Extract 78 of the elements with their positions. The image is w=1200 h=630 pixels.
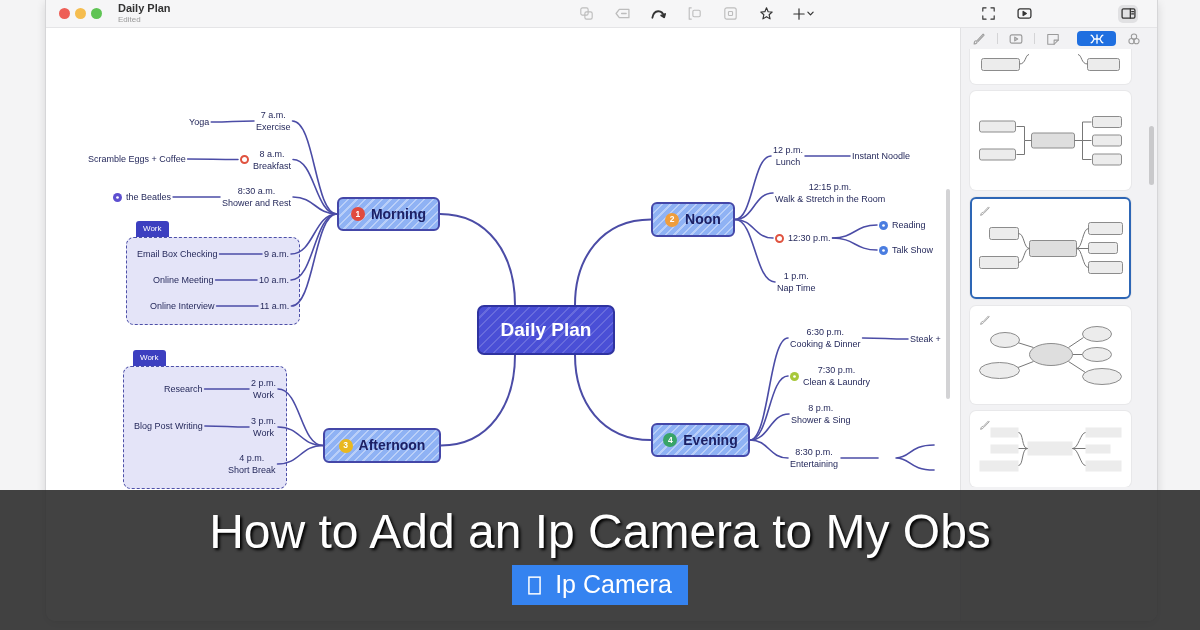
topic-node[interactable]: 3 Afternoon bbox=[323, 428, 441, 463]
topic-label[interactable]: Yoga bbox=[189, 116, 210, 128]
topic-label[interactable]: Reading bbox=[892, 219, 926, 231]
central-topic[interactable]: Daily Plan bbox=[477, 305, 615, 355]
connector-line bbox=[203, 388, 250, 390]
topic-label[interactable]: 8:30 a.m. Shower and Rest bbox=[222, 185, 292, 209]
topic-label[interactable]: the Beatles bbox=[126, 191, 172, 203]
topic-label[interactable]: Instant Noodle bbox=[852, 150, 911, 162]
topic-label: Evening bbox=[683, 430, 738, 450]
topic-node[interactable]: 4 Evening bbox=[651, 423, 750, 457]
scrollbar-thumb[interactable] bbox=[1149, 126, 1154, 185]
priority-marker: 2 bbox=[665, 212, 680, 227]
topic-label[interactable]: 8 p.m. Shower & Sing bbox=[791, 402, 851, 426]
plus-icon[interactable] bbox=[793, 7, 805, 20]
topic-label[interactable]: Online Interview bbox=[150, 300, 215, 312]
topic-label: Noon bbox=[685, 210, 721, 229]
connector-line bbox=[172, 196, 221, 198]
view-button[interactable] bbox=[1118, 4, 1138, 23]
priority-marker: 4 bbox=[663, 433, 678, 447]
chevron-down-icon[interactable] bbox=[807, 11, 814, 16]
boundary-label: Work bbox=[133, 350, 166, 366]
topic-label[interactable]: Online Meeting bbox=[153, 274, 214, 286]
connector-line bbox=[215, 305, 259, 307]
close-button[interactable] bbox=[59, 8, 70, 19]
square-glyph-icon bbox=[528, 575, 542, 595]
mind-map-icon[interactable] bbox=[1089, 33, 1104, 44]
topic-label[interactable]: Talk Show bbox=[892, 244, 934, 256]
headline: How to Add an Ip Camera to My Obs bbox=[209, 506, 991, 558]
document-status: Edited bbox=[118, 16, 141, 24]
connector-line bbox=[186, 158, 239, 161]
topic-label[interactable]: 3 p.m. Work bbox=[251, 415, 276, 439]
connector-line bbox=[214, 279, 258, 281]
topic-label[interactable]: 12:15 p.m. Walk & Stretch in the Room bbox=[775, 181, 886, 205]
category-tag[interactable]: Ip Camera bbox=[512, 565, 688, 605]
topic-label[interactable]: 7:30 p.m. Clean & Laundry bbox=[803, 364, 871, 388]
connector-line bbox=[831, 237, 878, 251]
connector-line bbox=[218, 253, 263, 255]
topic-label[interactable]: Blog Post Writing bbox=[134, 420, 203, 432]
boundary-label: Work bbox=[136, 221, 169, 237]
panel-tab[interactable] bbox=[1077, 31, 1116, 46]
template-card[interactable] bbox=[970, 49, 1131, 84]
scrollbar-thumb[interactable] bbox=[946, 189, 950, 399]
topic-node[interactable]: 2 Noon bbox=[651, 202, 735, 237]
topic-label[interactable]: 12:30 p.m. bbox=[788, 232, 831, 244]
topic-label[interactable]: Steak + bbox=[910, 333, 941, 345]
topic-label[interactable]: 10 a.m. bbox=[259, 274, 289, 286]
topic-label[interactable]: 12 p.m. Lunch bbox=[773, 144, 803, 168]
topic-label: Morning bbox=[370, 204, 427, 224]
topic-label[interactable]: 9 a.m. bbox=[264, 248, 289, 260]
topic-label: Afternoon bbox=[358, 436, 426, 455]
topic-label[interactable]: Research bbox=[164, 383, 203, 395]
connector-line bbox=[804, 155, 851, 157]
window-title: Daily Plan bbox=[118, 3, 171, 14]
topic-label[interactable]: Email Box Checking bbox=[137, 248, 218, 260]
boundary-area[interactable] bbox=[123, 366, 287, 489]
connector-line bbox=[204, 425, 250, 428]
topic-label[interactable]: 8 a.m. Breakfast bbox=[253, 147, 292, 172]
curved-arrow-icon[interactable] bbox=[650, 8, 666, 19]
connector-line bbox=[210, 120, 255, 123]
topic-label[interactable]: 8:30 p.m. Entertaining bbox=[790, 446, 839, 470]
topic-label[interactable]: 7 a.m. Exercise bbox=[256, 109, 291, 133]
boundary-area[interactable] bbox=[126, 237, 301, 325]
topic-label[interactable]: 1 p.m. Nap Time bbox=[777, 270, 816, 294]
topic-label[interactable]: 4 p.m. Short Break bbox=[228, 452, 276, 476]
template-card[interactable] bbox=[970, 306, 1131, 404]
connector-line bbox=[861, 337, 909, 340]
topic-label[interactable]: 6:30 p.m. Cooking & Dinner bbox=[790, 326, 861, 350]
play-icon[interactable] bbox=[1016, 8, 1032, 19]
topic-label[interactable]: 11 a.m. bbox=[260, 300, 290, 312]
zoom-button[interactable] bbox=[91, 8, 102, 19]
topic-label[interactable]: Scramble Eggs + Coffee bbox=[88, 153, 186, 165]
priority-marker: 1 bbox=[350, 207, 365, 221]
topic-node[interactable]: 1 Morning bbox=[337, 197, 440, 231]
template-card[interactable] bbox=[970, 197, 1131, 299]
priority-marker: 3 bbox=[338, 438, 353, 453]
topic-label[interactable]: 2 p.m. Work bbox=[251, 377, 276, 401]
sidebar-icon[interactable] bbox=[1120, 8, 1136, 19]
minimize-button[interactable] bbox=[75, 8, 86, 19]
